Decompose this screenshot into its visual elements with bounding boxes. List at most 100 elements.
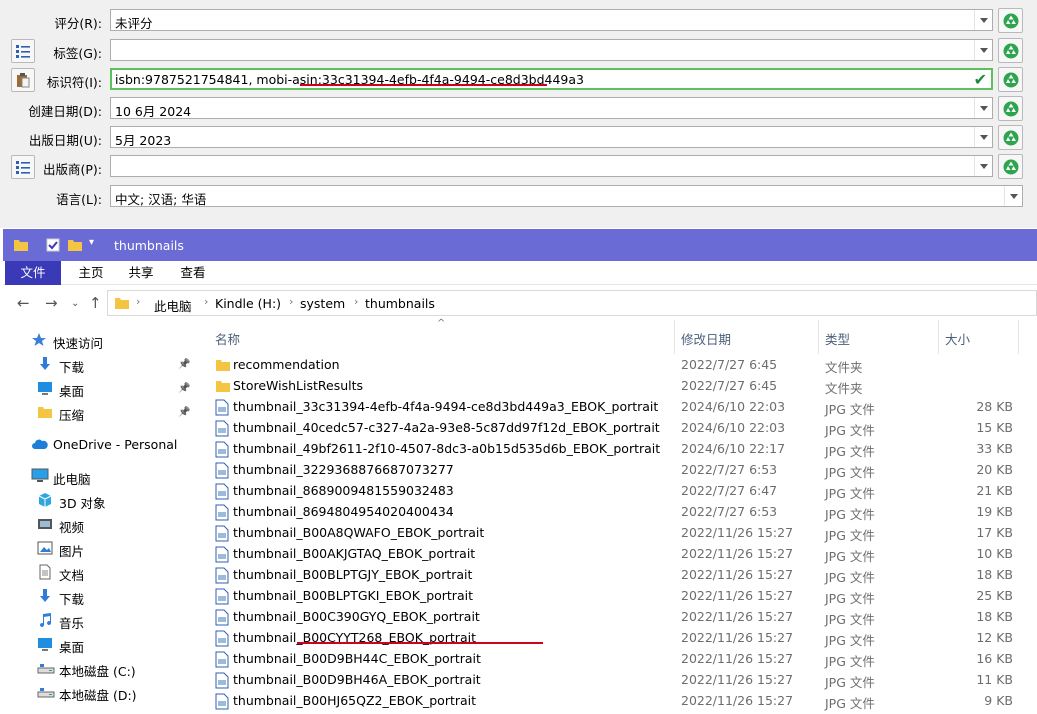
published-input[interactable]: 5月 2023: [110, 126, 993, 148]
ids-input[interactable]: isbn:9787521754841, mobi-asin:33c31394-4…: [110, 68, 993, 90]
rating-clear-button[interactable]: [998, 8, 1023, 33]
file-row[interactable]: thumbnail_33c31394-4efb-4f4a-9494-ce8d3b…: [209, 397, 1037, 418]
language-label: 语言(L):: [56, 192, 102, 207]
file-date: 2022/11/26 15:27: [681, 567, 794, 582]
pin-icon[interactable]: 📌: [178, 359, 190, 370]
tags-editor-button[interactable]: [11, 39, 35, 63]
chevron-down-icon[interactable]: [974, 98, 992, 118]
language-input[interactable]: 中文; 汉语; 华语: [110, 185, 1023, 207]
breadcrumb-item[interactable]: thumbnails: [365, 296, 435, 311]
file-type: 文件夹: [825, 381, 863, 396]
breadcrumb-item[interactable]: 此电脑: [154, 296, 192, 315]
image-file-icon: [215, 672, 231, 689]
chevron-down-icon[interactable]: [974, 127, 992, 147]
file-row[interactable]: thumbnail_B00C390GYQ_EBOK_portrait 2022/1…: [209, 607, 1037, 628]
file-row[interactable]: thumbnail_B00CYYT268_EBOK_portrait 2022/1…: [209, 628, 1037, 649]
file-row[interactable]: thumbnail_B00HJ65QZ2_EBOK_portrait 2022/1…: [209, 691, 1037, 712]
back-arrow-icon[interactable]: ←: [17, 294, 30, 312]
chevron-down-icon[interactable]: [974, 40, 992, 60]
file-row[interactable]: recommendation 2022/7/27 6:45 文件夹: [209, 355, 1037, 376]
file-name: thumbnail_49bf2611-2f10-4507-8dc3-a0b15d…: [233, 441, 661, 456]
folder-icon: [14, 240, 28, 251]
file-date: 2022/11/26 15:27: [681, 672, 794, 687]
file-type: JPG 文件: [825, 507, 875, 522]
column-header-date[interactable]: 修改日期: [675, 320, 819, 354]
forward-arrow-icon[interactable]: →: [45, 294, 58, 312]
tab-view[interactable]: 查看: [173, 261, 213, 285]
publisher-input[interactable]: [110, 155, 993, 177]
image-file-icon: [215, 693, 231, 710]
file-name: StoreWishListResults: [233, 378, 364, 393]
picture-icon: [37, 540, 55, 557]
pin-icon[interactable]: 📌: [178, 407, 190, 418]
tab-home[interactable]: 主页: [71, 261, 111, 285]
rating-input[interactable]: 未评分: [110, 9, 993, 31]
nav-item-label: 3D 对象: [59, 496, 106, 511]
file-type: JPG 文件: [825, 486, 875, 501]
nav-item-label: 下载: [59, 360, 85, 375]
tab-share[interactable]: 共享: [121, 261, 161, 285]
file-date: 2022/11/26 15:27: [681, 588, 794, 603]
file-row[interactable]: thumbnail_8689009481559032483 2022/7/27 6…: [209, 481, 1037, 502]
new-folder-icon[interactable]: [67, 237, 83, 253]
created-clear-button[interactable]: [998, 96, 1023, 121]
file-explorer-window: ▾ thumbnails 文件 主页 共享 查看 ← → ⌄ ↑ › 此电脑 ›…: [3, 229, 1037, 714]
quick-access-dropdown-icon[interactable]: ▾: [89, 237, 94, 248]
file-row[interactable]: thumbnail_8694804954020400434 2022/7/27 6…: [209, 502, 1037, 523]
publisher-clear-button[interactable]: [998, 154, 1023, 179]
breadcrumb-item[interactable]: Kindle (H:): [215, 296, 281, 311]
breadcrumb[interactable]: › 此电脑 › Kindle (H:) › system › thumbnail…: [107, 290, 1037, 316]
chevron-down-icon[interactable]: [1004, 186, 1022, 206]
file-size: 18 KB: [976, 567, 1013, 582]
chevron-down-icon[interactable]: [974, 156, 992, 176]
created-input[interactable]: 10 6月 2024: [110, 97, 993, 119]
ids-editor-button[interactable]: [11, 68, 35, 92]
file-row[interactable]: thumbnail_B00D9BH46A_EBOK_portrait 2022/1…: [209, 670, 1037, 691]
highlight-underline: [300, 84, 547, 86]
nav-item-label: 压缩: [59, 408, 85, 423]
tags-label: 标签(G):: [53, 46, 102, 61]
file-row[interactable]: thumbnail_B00BLPTGJY_EBOK_portrait 2022/1…: [209, 565, 1037, 586]
file-name: thumbnail_B00BLPTGKI_EBOK_portrait: [233, 588, 473, 603]
field-row-language: 语言(L): 中文; 汉语; 华语: [0, 184, 1037, 210]
image-file-icon: [215, 588, 231, 605]
file-row[interactable]: thumbnail_49bf2611-2f10-4507-8dc3-a0b15d…: [209, 439, 1037, 460]
file-size: 16 KB: [976, 651, 1013, 666]
file-row[interactable]: thumbnail_B00D9BH44C_EBOK_portrait 2022/1…: [209, 649, 1037, 670]
file-date: 2022/11/26 15:27: [681, 546, 794, 561]
folder-icon: [215, 378, 231, 395]
file-name: thumbnail_40cedc57-c327-4a2a-93e8-5c87dd…: [233, 420, 660, 435]
pin-icon[interactable]: 📌: [178, 383, 190, 394]
file-date: 2022/7/27 6:45: [681, 357, 778, 372]
ids-clear-button[interactable]: [998, 67, 1023, 92]
column-header-name[interactable]: 名称: [209, 320, 675, 354]
file-row[interactable]: thumbnail_40cedc57-c327-4a2a-93e8-5c87dd…: [209, 418, 1037, 439]
up-arrow-icon[interactable]: ↑: [89, 294, 102, 312]
published-clear-button[interactable]: [998, 125, 1023, 150]
chevron-down-icon[interactable]: [974, 10, 992, 30]
published-label: 出版日期(U):: [28, 133, 102, 148]
file-row[interactable]: thumbnail_B00A8QWAFO_EBOK_portrait 2022/1…: [209, 523, 1037, 544]
recent-chevron-icon[interactable]: ⌄: [71, 298, 79, 309]
column-header-size[interactable]: 大小: [939, 320, 1019, 354]
publisher-editor-button[interactable]: [11, 155, 35, 179]
file-row[interactable]: thumbnail_B00AKJGTAQ_EBOK_portrait 2022/1…: [209, 544, 1037, 565]
tags-clear-button[interactable]: [998, 38, 1023, 63]
navigation-pane: 快速访问 下载 📌 桌面 📌 压缩 📌 OneDrive - Personal 此电脑 3D 对象…: [3, 320, 203, 714]
file-row[interactable]: thumbnail_B00BLPTGKI_EBOK_portrait 2022/1…: [209, 586, 1037, 607]
file-date: 2022/11/26 15:27: [681, 525, 794, 540]
file-type: JPG 文件: [825, 444, 875, 459]
file-name: thumbnail_B00BLPTGJY_EBOK_portrait: [233, 567, 473, 582]
breadcrumb-item[interactable]: system: [300, 296, 345, 311]
file-name: thumbnail_B00D9BH46A_EBOK_portrait: [233, 672, 481, 687]
file-size: 12 KB: [976, 630, 1013, 645]
tags-input[interactable]: [110, 39, 993, 61]
properties-icon[interactable]: [45, 237, 61, 253]
tab-file[interactable]: 文件: [5, 261, 61, 285]
file-date: 2022/7/27 6:53: [681, 462, 778, 477]
column-header-type[interactable]: 类型: [819, 320, 939, 354]
file-row[interactable]: thumbnail_3229368876687073277 2022/7/27 6…: [209, 460, 1037, 481]
file-type: JPG 文件: [825, 591, 875, 606]
file-row[interactable]: StoreWishListResults 2022/7/27 6:45 文件夹: [209, 376, 1037, 397]
drive-icon: [37, 684, 55, 701]
